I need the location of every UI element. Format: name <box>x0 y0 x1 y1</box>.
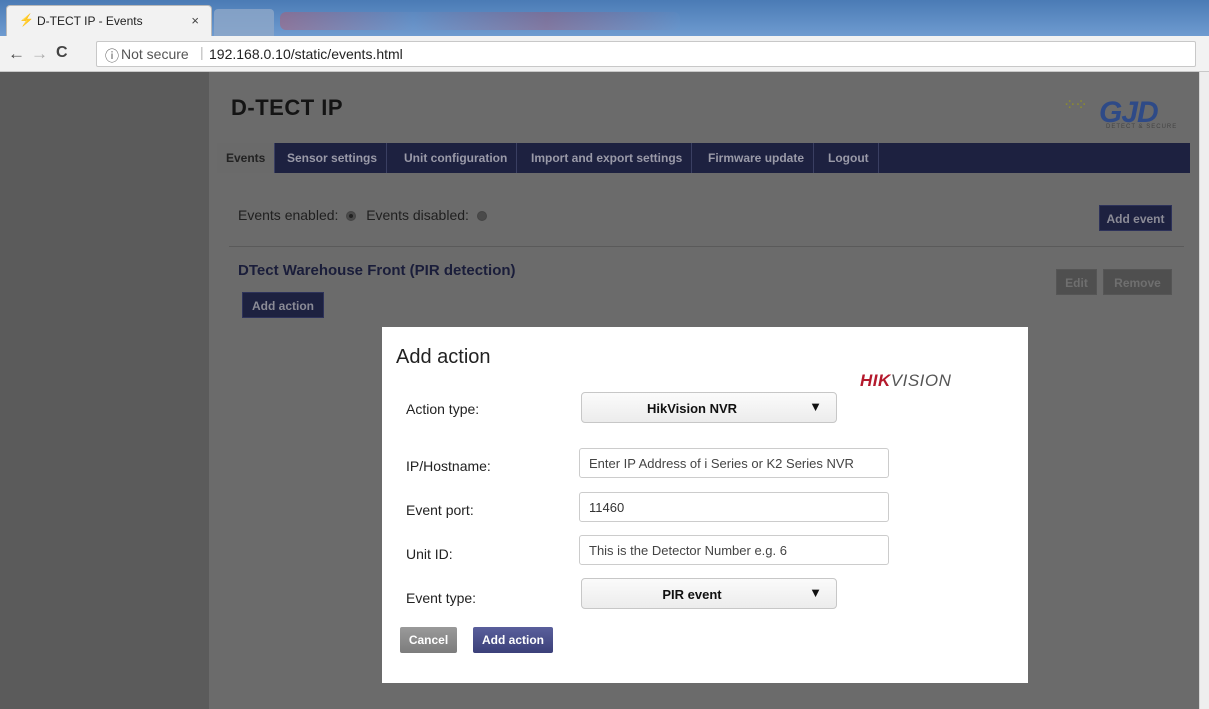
add-action-button-bg[interactable]: Add action <box>242 292 324 318</box>
tab-firmware-update[interactable]: Firmware update <box>699 143 815 173</box>
browser-tab-inactive[interactable] <box>214 9 274 36</box>
event-port-label: Event port: <box>406 502 474 518</box>
page-scrollbar[interactable] <box>1199 72 1209 709</box>
browser-tab-active[interactable]: ⚡ D-TECT IP - Events × <box>6 5 212 36</box>
site-favicon-icon: ⚡ <box>19 13 34 27</box>
edit-event-button[interactable]: Edit <box>1056 269 1097 295</box>
logo-dots-icon: ⁘⁘ <box>1063 97 1088 114</box>
dropdown-arrow-icon: ▼ <box>809 399 822 414</box>
events-enabled-label: Events enabled: <box>238 207 339 223</box>
tab-sensor-settings[interactable]: Sensor settings <box>278 143 388 173</box>
ip-hostname-input[interactable] <box>579 448 889 478</box>
reload-icon[interactable]: C <box>56 44 68 62</box>
event-port-input[interactable] <box>579 492 889 522</box>
url-separator: | <box>200 44 204 60</box>
remove-event-button[interactable]: Remove <box>1103 269 1172 295</box>
add-action-button[interactable]: Add action <box>473 627 553 653</box>
cancel-button[interactable]: Cancel <box>400 627 457 653</box>
event-type-select[interactable]: PIR event ▼ <box>581 578 837 609</box>
url-omnibox[interactable]: ⓘ Not secure | 192.168.0.10/static/event… <box>96 41 1196 67</box>
forward-arrow-icon[interactable]: → <box>31 44 48 64</box>
ip-hostname-label: IP/Hostname: <box>406 458 491 474</box>
section-divider <box>229 246 1184 247</box>
tab-unit-configuration[interactable]: Unit configuration <box>395 143 518 173</box>
tab-logout[interactable]: Logout <box>819 143 879 173</box>
logo-subtext: DETECT & SECURE <box>1106 124 1178 130</box>
tab-import-export-settings[interactable]: Import and export settings <box>522 143 693 173</box>
hikvision-logo: HIKVISION <box>860 371 952 390</box>
event-type-value: PIR event <box>662 587 722 602</box>
event-title: DTect Warehouse Front (PIR detection) <box>238 262 516 279</box>
action-type-label: Action type: <box>406 401 480 417</box>
event-type-label: Event type: <box>406 590 477 606</box>
tab-events[interactable]: Events <box>217 143 276 173</box>
browser-address-bar: ← → C ⓘ Not secure | 192.168.0.10/static… <box>0 36 1209 72</box>
events-disabled-radio[interactable] <box>476 211 487 222</box>
url-text[interactable]: 192.168.0.10/static/events.html <box>209 46 403 62</box>
page-brand-title: D-TECT IP <box>231 95 344 120</box>
back-arrow-icon[interactable]: ← <box>8 44 25 64</box>
info-icon[interactable]: ⓘ <box>105 46 119 66</box>
not-secure-label[interactable]: Not secure <box>121 46 189 62</box>
main-nav: Events Sensor settings Unit configuratio… <box>217 143 1190 173</box>
gjd-logo: ⁘⁘ GJD DETECT & SECURE <box>1061 96 1191 130</box>
action-type-select[interactable]: HikVision NVR ▼ <box>581 392 837 423</box>
browser-tab-title: D-TECT IP - Events <box>37 14 143 28</box>
unit-id-label: Unit ID: <box>406 546 453 562</box>
add-action-dialog: Add action HIKVISION Action type: HikVis… <box>382 327 1028 683</box>
events-toggle: Events enabled: Events disabled: <box>238 207 493 223</box>
dialog-title: Add action <box>396 346 491 368</box>
events-enabled-radio[interactable] <box>346 211 357 222</box>
unit-id-input[interactable] <box>579 535 889 565</box>
browser-tab-bar: ⚡ D-TECT IP - Events × <box>0 0 1209 36</box>
action-type-value: HikVision NVR <box>646 401 738 416</box>
close-tab-icon[interactable]: × <box>191 13 199 28</box>
blurred-tab-strip <box>280 12 680 30</box>
dropdown-arrow-icon: ▼ <box>809 585 822 600</box>
events-disabled-label: Events disabled: <box>366 207 469 223</box>
add-event-button[interactable]: Add event <box>1099 205 1172 231</box>
